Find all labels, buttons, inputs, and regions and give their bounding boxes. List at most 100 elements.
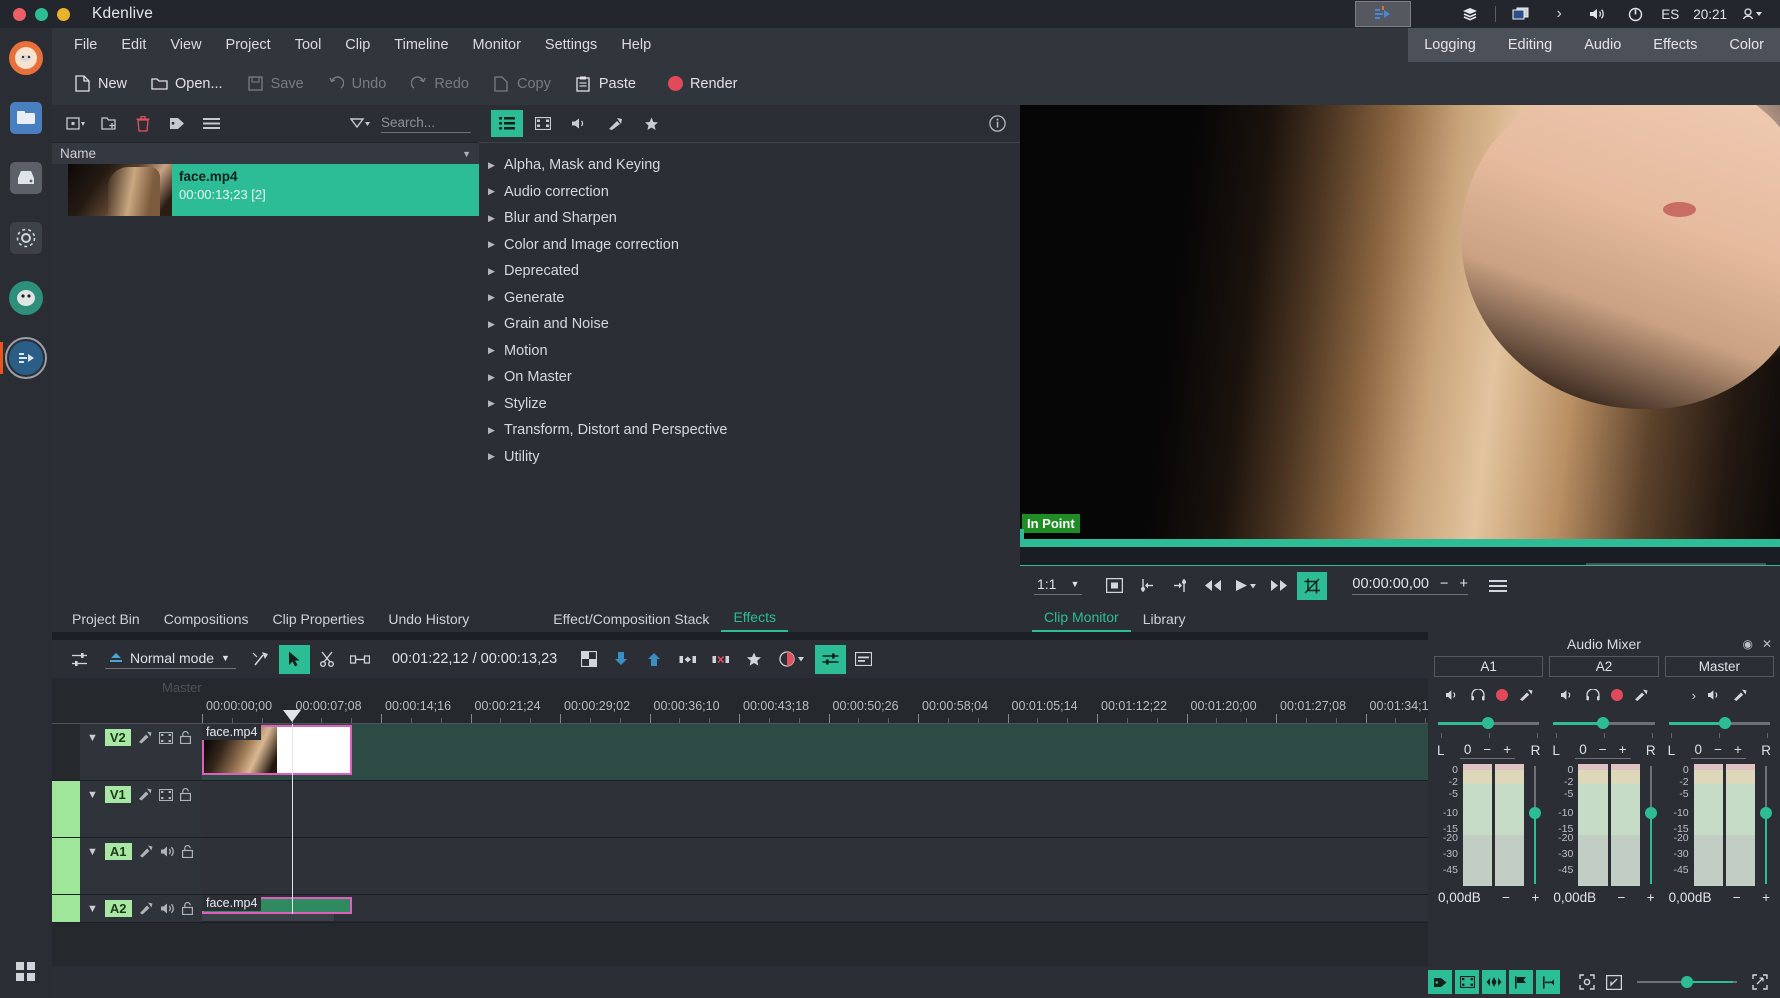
- track-v1-name[interactable]: V1: [105, 786, 131, 803]
- menu-clip[interactable]: Clip: [333, 28, 382, 62]
- mixer-a2-record-icon[interactable]: [1611, 689, 1623, 701]
- effect-category-item[interactable]: ▶Alpha, Mask and Keying: [479, 152, 1020, 179]
- redo-button[interactable]: Redo: [400, 70, 479, 97]
- timeline-preview-render-icon[interactable]: [771, 645, 813, 674]
- track-v2-body[interactable]: face.mp4: [202, 724, 1428, 780]
- mixer-close-icon[interactable]: ✕: [1762, 637, 1772, 651]
- clip-monitor-preview[interactable]: In Point: [1020, 105, 1780, 565]
- expand-arrow-icon[interactable]: ▶: [488, 186, 504, 197]
- effects-video-filter-icon[interactable]: [527, 110, 559, 137]
- timeline-audio-mixer-toggle-icon[interactable]: [815, 645, 846, 674]
- mixer-strip-master-name[interactable]: Master: [1665, 656, 1774, 677]
- mixer-float-icon[interactable]: ◉: [1742, 637, 1752, 651]
- effect-category-item[interactable]: ▶Color and Image correction: [479, 232, 1020, 259]
- monitor-forward-icon[interactable]: [1264, 572, 1294, 600]
- effect-category-item[interactable]: ▶Motion: [479, 338, 1020, 365]
- user-menu-icon[interactable]: [1734, 0, 1772, 28]
- track-a1-effects-icon[interactable]: [139, 845, 153, 858]
- layers-tray-icon[interactable]: [1451, 0, 1489, 28]
- monitor-set-out-point-icon[interactable]: [1165, 572, 1195, 600]
- bin-search-input[interactable]: Search...: [381, 115, 471, 133]
- expand-arrow-icon[interactable]: ▶: [488, 372, 504, 383]
- monitor-set-zone-icon[interactable]: [1099, 572, 1129, 600]
- menu-timeline[interactable]: Timeline: [382, 28, 460, 62]
- new-button[interactable]: New: [64, 70, 137, 97]
- effect-category-item[interactable]: ▶Utility: [479, 444, 1020, 471]
- mixer-master-pan-plus[interactable]: +: [1734, 742, 1742, 757]
- mixer-master-fader[interactable]: [1758, 764, 1774, 886]
- open-button[interactable]: Open...: [141, 70, 233, 97]
- dock-settings-icon[interactable]: [0, 208, 52, 268]
- menu-settings[interactable]: Settings: [533, 28, 609, 62]
- effects-custom-icon[interactable]: [599, 110, 631, 137]
- mixer-a2-fader[interactable]: [1643, 764, 1659, 886]
- clock[interactable]: 20:21: [1686, 7, 1734, 22]
- track-a2-body[interactable]: face.mp4: [202, 895, 1428, 921]
- track-v2-lock-icon[interactable]: [180, 731, 191, 744]
- statusbar-zoom-slider[interactable]: [1637, 974, 1737, 990]
- timeline-spacer-tool-icon[interactable]: [345, 645, 376, 674]
- monitor-options-menu-icon[interactable]: [1489, 579, 1507, 593]
- minimize-window-button[interactable]: [57, 8, 70, 21]
- dock-firefox-icon[interactable]: [0, 28, 52, 88]
- statusbar-zoom-out-icon[interactable]: [1602, 970, 1626, 994]
- menu-help[interactable]: Help: [609, 28, 663, 62]
- mixer-a1-pan-minus[interactable]: −: [1483, 742, 1491, 757]
- tab-undo-history[interactable]: Undo History: [376, 607, 481, 632]
- track-a1-name[interactable]: A1: [105, 843, 132, 860]
- chevron-down-icon[interactable]: ▼: [462, 149, 471, 159]
- mixer-a1-pan-slider[interactable]: [1434, 715, 1543, 733]
- render-button[interactable]: Render: [658, 71, 748, 97]
- statusbar-audio-thumbs-icon[interactable]: [1482, 970, 1506, 994]
- mixer-master-expand-icon[interactable]: ›: [1692, 688, 1696, 703]
- effect-category-item[interactable]: ▶Transform, Distort and Perspective: [479, 417, 1020, 444]
- expand-arrow-icon[interactable]: ▶: [488, 213, 504, 224]
- layout-tab-editing[interactable]: Editing: [1492, 28, 1568, 62]
- volume-tray-icon[interactable]: [1578, 0, 1616, 28]
- monitor-zoom-selector[interactable]: 1:1 ▼: [1034, 576, 1082, 595]
- monitor-timecode-field[interactable]: 00:00:00,00 − +: [1352, 576, 1468, 595]
- mixer-a1-record-icon[interactable]: [1496, 689, 1508, 701]
- mixer-a1-db-minus[interactable]: −: [1502, 890, 1510, 905]
- menu-edit[interactable]: Edit: [109, 28, 158, 62]
- display-tray-icon[interactable]: [1502, 0, 1540, 28]
- track-v2-name[interactable]: V2: [105, 729, 131, 746]
- timeline-track-v1[interactable]: ▼ V1: [52, 781, 1428, 838]
- track-a2-mute-icon[interactable]: [160, 902, 175, 915]
- timeline-track-a2[interactable]: ▼ A2 face.mp4: [52, 895, 1428, 923]
- track-v2-effects-icon[interactable]: [138, 731, 152, 744]
- statusbar-markers-icon[interactable]: [1509, 970, 1533, 994]
- chevron-down-icon[interactable]: ▼: [221, 653, 230, 663]
- delete-clip-icon[interactable]: [128, 111, 158, 137]
- dock-show-applications-icon[interactable]: [0, 960, 52, 984]
- statusbar-zoom-in-icon[interactable]: [1748, 970, 1772, 994]
- mixer-strip-a1-name[interactable]: A1: [1434, 656, 1543, 677]
- track-v1-header[interactable]: ▼ V1: [80, 781, 202, 837]
- effect-category-item[interactable]: ▶On Master: [479, 364, 1020, 391]
- mixer-a2-mute-icon[interactable]: [1560, 689, 1575, 701]
- menu-tool[interactable]: Tool: [283, 28, 334, 62]
- track-a1-lock-icon[interactable]: [182, 845, 193, 858]
- monitor-ruler[interactable]: [1020, 547, 1780, 565]
- mixer-master-db-plus[interactable]: +: [1762, 890, 1770, 905]
- undo-button[interactable]: Undo: [318, 70, 397, 97]
- monitor-use-zone-icon[interactable]: [1297, 572, 1327, 600]
- mixer-a1-mute-icon[interactable]: [1445, 689, 1460, 701]
- mixer-master-pan-minus[interactable]: −: [1714, 742, 1722, 757]
- kdenlive-taskbar-icon[interactable]: [1355, 1, 1411, 27]
- tab-clip-monitor[interactable]: Clip Monitor: [1032, 605, 1131, 632]
- track-a1-mute-icon[interactable]: [160, 845, 175, 858]
- timeline-settings-icon[interactable]: [64, 645, 95, 674]
- expand-arrow-icon[interactable]: ▶: [488, 239, 504, 250]
- maximize-window-button[interactable]: [35, 8, 48, 21]
- mixer-strip-a2-name[interactable]: A2: [1549, 656, 1658, 677]
- track-v1-collapse-icon[interactable]: ▼: [87, 789, 98, 801]
- tab-project-bin[interactable]: Project Bin: [60, 607, 152, 632]
- track-a2-name[interactable]: A2: [105, 900, 132, 917]
- add-folder-icon[interactable]: [94, 111, 124, 137]
- add-clip-icon[interactable]: [60, 111, 90, 137]
- layout-tab-effects[interactable]: Effects: [1637, 28, 1713, 62]
- track-v1-hide-icon[interactable]: [159, 789, 173, 801]
- timeline-subtitle-icon[interactable]: [848, 645, 879, 674]
- statusbar-fit-zoom-icon[interactable]: [1575, 970, 1599, 994]
